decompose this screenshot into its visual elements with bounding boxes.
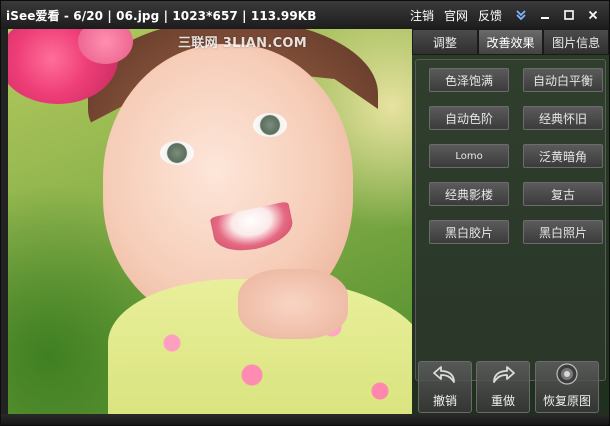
double-chevron-down-icon[interactable] [511,5,531,25]
redo-label: 重做 [490,394,515,408]
tab-image-info[interactable]: 图片信息 [543,29,609,55]
redo-icon [490,364,516,389]
title-bar-controls: 注销 官网 反馈 [405,1,603,29]
undo-icon [432,364,458,389]
panel-tabs: 调整 改善效果 图片信息 [412,29,609,55]
logout-link[interactable]: 注销 [405,7,439,24]
maximize-icon[interactable] [559,5,579,25]
photo-watermark: 三联网 3LIAN.COM [178,36,307,51]
minimize-icon[interactable] [535,5,555,25]
effect-bw-photo-button[interactable]: 黑白照片 [523,220,603,244]
photo-canvas[interactable]: 三联网 3LIAN.COM [8,29,412,414]
close-icon[interactable] [583,5,603,25]
photo-eye-left [160,141,194,165]
website-link[interactable]: 官网 [439,7,473,24]
photo-arm [238,269,348,339]
effect-lomo-button[interactable]: Lomo [429,144,509,168]
effect-yellow-vignette-button[interactable]: 泛黄暗角 [523,144,603,168]
effect-auto-levels-button[interactable]: 自动色阶 [429,106,509,130]
restore-icon [555,362,579,389]
effect-retro-button[interactable]: 复古 [523,182,603,206]
bottom-border [1,414,609,425]
effect-rich-color-button[interactable]: 色泽饱满 [429,68,509,92]
effect-auto-white-balance-button[interactable]: 自动白平衡 [523,68,603,92]
effects-panel: 调整 改善效果 图片信息 色泽饱满 自动白平衡 自动色阶 经典怀旧 Lomo 泛… [412,29,609,414]
effect-classic-nostalgia-button[interactable]: 经典怀旧 [523,106,603,130]
tab-enhance-effects[interactable]: 改善效果 [477,29,544,55]
undo-label: 撤销 [432,394,457,408]
action-bar: 撤销 重做 恢复原图 [412,359,609,414]
effect-classic-studio-button[interactable]: 经典影楼 [429,182,509,206]
photo-eye-right [253,113,287,137]
effect-bw-film-button[interactable]: 黑白胶片 [429,220,509,244]
window-title: iSee爱看 - 6/20 | 06.jpg | 1023*657 | 113.… [6,8,317,23]
restore-label: 恢复原图 [542,394,591,408]
tab-adjust[interactable]: 调整 [412,29,478,55]
title-bar[interactable]: iSee爱看 - 6/20 | 06.jpg | 1023*657 | 113.… [1,1,609,29]
app-window: iSee爱看 - 6/20 | 06.jpg | 1023*657 | 113.… [0,0,610,426]
undo-button[interactable]: 撤销 [418,361,472,413]
effects-list: 色泽饱满 自动白平衡 自动色阶 经典怀旧 Lomo 泛黄暗角 经典影楼 复古 黑… [415,59,606,381]
feedback-link[interactable]: 反馈 [473,7,507,24]
restore-original-button[interactable]: 恢复原图 [535,361,599,413]
redo-button[interactable]: 重做 [476,361,530,413]
